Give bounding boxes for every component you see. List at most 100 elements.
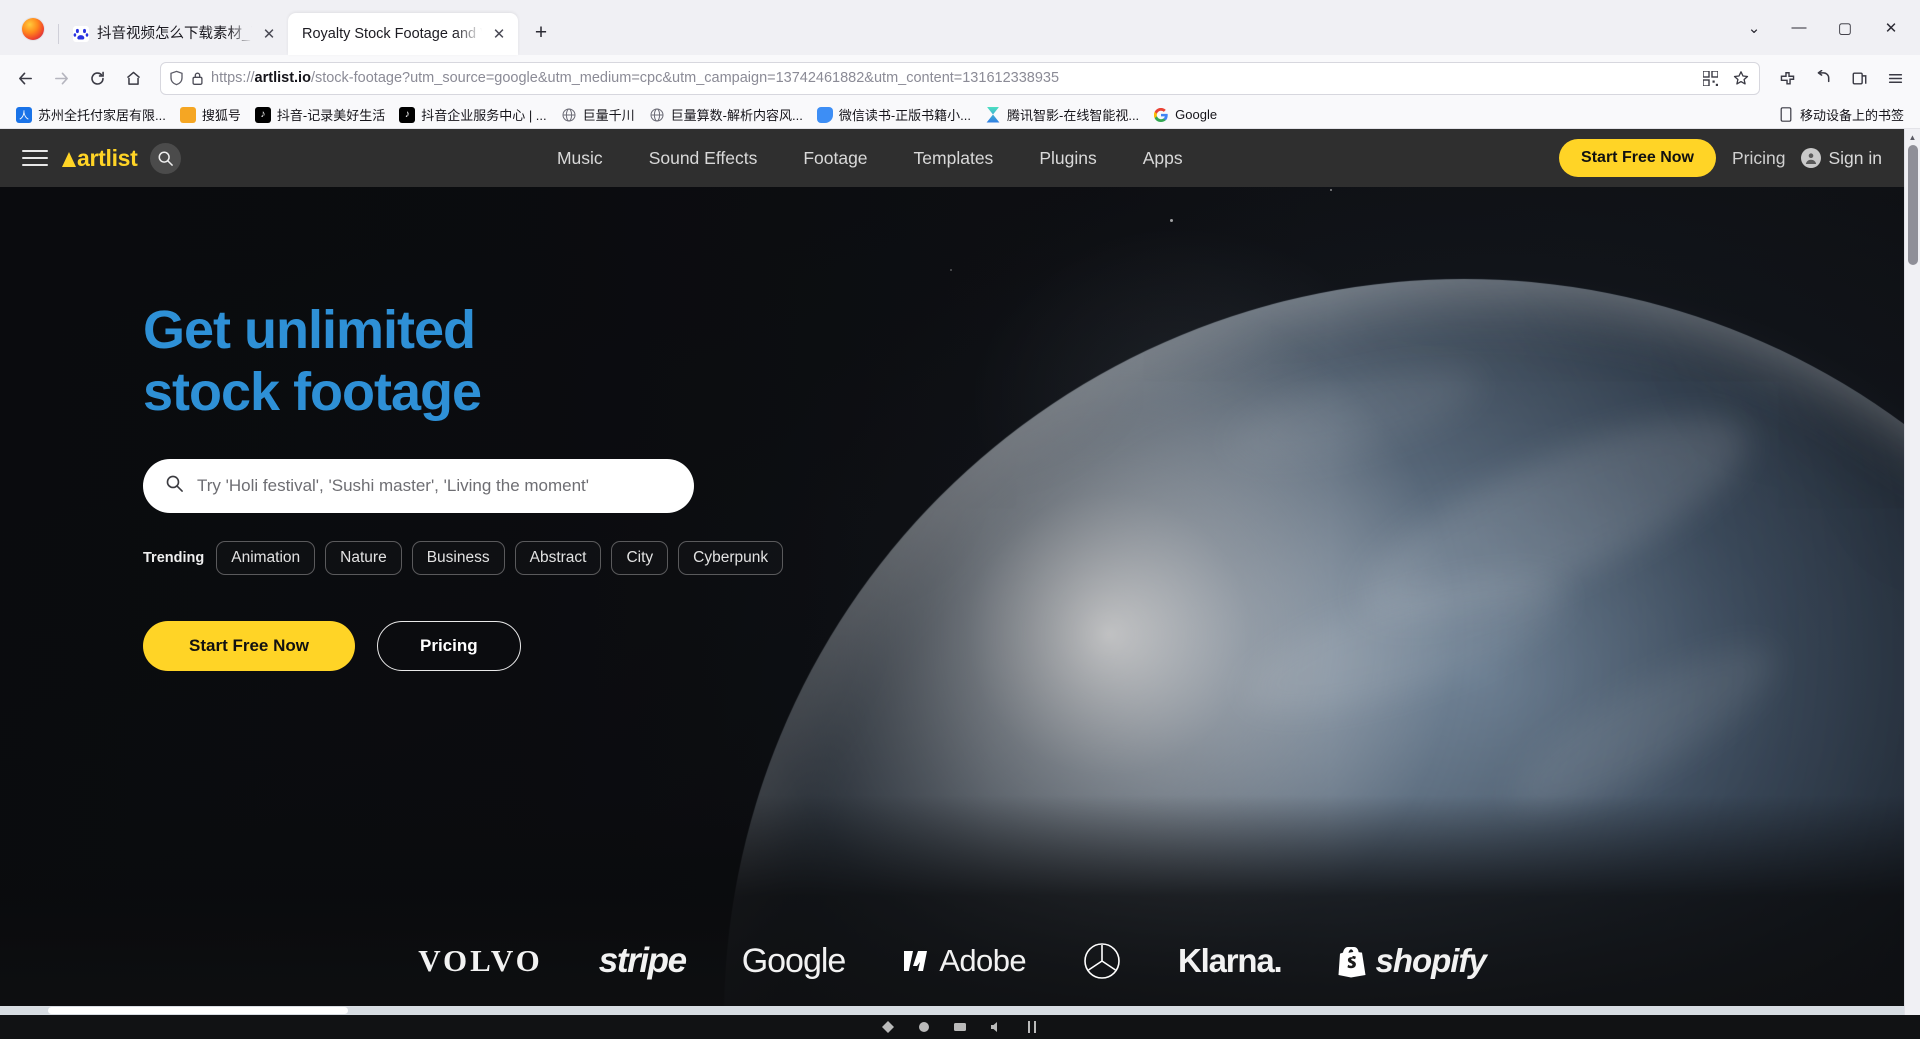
- browser-tab-2[interactable]: Royalty Stock Footage and Video ✕: [288, 13, 518, 55]
- trending-chip-abstract[interactable]: Abstract: [514, 541, 602, 575]
- artlist-page: artlist Music Sound Effects Footage Temp…: [0, 129, 1920, 1015]
- taskbar-icon[interactable]: [1025, 1020, 1039, 1034]
- nav-item-sound-effects[interactable]: Sound Effects: [649, 148, 758, 169]
- header-search-icon[interactable]: [149, 142, 181, 174]
- bookmark-item[interactable]: ♪ 抖音-记录美好生活: [249, 102, 391, 127]
- bookmark-label: 搜狐号: [201, 108, 241, 123]
- taskbar-icon[interactable]: [881, 1020, 895, 1034]
- tab-strip: 抖音视频怎么下载素材_百度搜索 ✕ Royalty Stock Footage …: [0, 0, 1920, 55]
- maximize-button[interactable]: ▢: [1822, 5, 1868, 51]
- trending-row: Trending Animation Nature Business Abstr…: [143, 541, 784, 575]
- google-icon: [1153, 107, 1169, 123]
- artlist-logo[interactable]: artlist: [62, 145, 138, 172]
- browser-tab-1[interactable]: 抖音视频怎么下载素材_百度搜索 ✕: [58, 13, 288, 55]
- taskbar-icon[interactable]: [917, 1020, 931, 1034]
- trending-chip-animation[interactable]: Animation: [216, 541, 316, 575]
- close-icon[interactable]: ✕: [490, 25, 508, 43]
- trending-chip-nature[interactable]: Nature: [325, 541, 402, 575]
- baidu-icon: [72, 26, 89, 43]
- page-viewport: artlist Music Sound Effects Footage Temp…: [0, 129, 1920, 1015]
- nav-item-music[interactable]: Music: [557, 148, 603, 169]
- site-header: artlist Music Sound Effects Footage Temp…: [0, 129, 1904, 187]
- app-menu-icon[interactable]: [1878, 61, 1912, 95]
- sign-in-button[interactable]: Sign in: [1801, 148, 1882, 169]
- header-start-free-button[interactable]: Start Free Now: [1559, 139, 1716, 177]
- bookmark-label: Google: [1175, 107, 1218, 122]
- globe-icon: [561, 107, 577, 123]
- bookmark-label: 苏州全托付家居有限...: [38, 108, 166, 123]
- bookmark-label: 巨量算数-解析内容风...: [670, 108, 803, 123]
- horizontal-scrollbar[interactable]: [0, 1006, 1904, 1015]
- bookmark-item[interactable]: 巨量算数-解析内容风...: [643, 102, 809, 127]
- extensions-icon[interactable]: [1770, 61, 1804, 95]
- account-icon[interactable]: [1842, 61, 1876, 95]
- blue-person-icon: 人: [16, 106, 32, 123]
- list-all-tabs-icon[interactable]: ⌄: [1732, 5, 1776, 51]
- mercedes-logo: [1082, 941, 1122, 981]
- nav-item-apps[interactable]: Apps: [1143, 148, 1183, 169]
- page-title: Get unlimited stock footage: [143, 299, 783, 423]
- bookmark-item[interactable]: 人 苏州全托付家居有限...: [10, 102, 172, 127]
- logo-triangle-icon: [62, 151, 76, 167]
- minimize-button[interactable]: —: [1776, 5, 1822, 51]
- address-bar[interactable]: https://artlist.io/stock-footage?utm_sou…: [160, 61, 1760, 95]
- start-free-now-button[interactable]: Start Free Now: [143, 621, 355, 671]
- bookmark-item[interactable]: 腾讯智影-在线智能视...: [979, 102, 1145, 127]
- firefox-logo-icon: [16, 12, 50, 46]
- adobe-logo-text: Adobe: [939, 943, 1026, 978]
- bookmark-star-icon[interactable]: [1729, 66, 1753, 90]
- nav-item-templates[interactable]: Templates: [914, 148, 994, 169]
- user-avatar-icon: [1801, 148, 1822, 168]
- bookmark-item[interactable]: 巨量千川: [555, 102, 641, 127]
- trending-chip-business[interactable]: Business: [411, 541, 505, 575]
- downloads-icon[interactable]: [1806, 61, 1840, 95]
- wechat-read-icon: [816, 106, 833, 123]
- horizontal-scrollbar-thumb[interactable]: [48, 1007, 348, 1014]
- back-icon[interactable]: [8, 61, 42, 95]
- qr-code-icon[interactable]: [1698, 66, 1722, 90]
- bookmark-item[interactable]: 搜狐号: [174, 102, 247, 127]
- sign-in-label: Sign in: [1828, 147, 1882, 168]
- shield-icon[interactable]: [169, 70, 184, 86]
- header-actions: Start Free Now Pricing Sign in: [1559, 139, 1882, 177]
- klarna-logo: Klarna.: [1177, 942, 1283, 979]
- close-icon[interactable]: ✕: [260, 25, 278, 43]
- scrollbar-thumb[interactable]: [1908, 145, 1918, 265]
- sohu-icon: [179, 106, 196, 123]
- forward-icon[interactable]: [44, 61, 78, 95]
- mobile-bookmarks-item[interactable]: 移动设备上的书签: [1772, 102, 1910, 127]
- google-logo: Google: [741, 941, 847, 980]
- main-navigation: Music Sound Effects Footage Templates Pl…: [557, 148, 1183, 169]
- bookmark-item[interactable]: ♪ 抖音企业服务中心 | ...: [393, 102, 552, 127]
- new-tab-button[interactable]: +: [524, 16, 558, 50]
- pricing-button[interactable]: Pricing: [376, 621, 521, 671]
- window-controls: ⌄ — ▢ ✕: [1732, 0, 1914, 55]
- os-taskbar: [0, 1015, 1920, 1039]
- hero-heading-line1: Get unlimited: [143, 300, 476, 360]
- reload-icon[interactable]: [80, 61, 114, 95]
- bookmarks-bar: 人 苏州全托付家居有限... 搜狐号 ♪ 抖音-记录美好生活 ♪ 抖音企业服务中…: [0, 101, 1920, 129]
- trending-chip-city[interactable]: City: [611, 541, 669, 575]
- nav-item-footage[interactable]: Footage: [803, 148, 867, 169]
- trending-chip-cyberpunk[interactable]: Cyberpunk: [678, 541, 784, 575]
- scroll-up-arrow-icon[interactable]: ▲: [1905, 129, 1920, 145]
- vertical-scrollbar[interactable]: ▲: [1904, 129, 1920, 1015]
- hero-bottom-fade: [0, 795, 1904, 1015]
- hero-cta-row: Start Free Now Pricing: [143, 621, 783, 671]
- nav-item-plugins[interactable]: Plugins: [1039, 148, 1096, 169]
- globe-icon: [649, 107, 665, 123]
- bookmark-label: 腾讯智影-在线智能视...: [1007, 108, 1140, 123]
- bookmark-item[interactable]: 微信读书-正版书籍小...: [811, 102, 977, 127]
- bookmark-label: 抖音-记录美好生活: [276, 108, 386, 123]
- home-icon[interactable]: [116, 61, 150, 95]
- hamburger-icon[interactable]: [22, 145, 48, 171]
- bookmark-item[interactable]: Google: [1147, 104, 1223, 126]
- taskbar-icon[interactable]: [953, 1020, 967, 1034]
- brand-logo-strip: VOLVO stripe Google Adobe Klarna. shopif…: [0, 941, 1904, 981]
- close-window-button[interactable]: ✕: [1868, 5, 1914, 51]
- speaker-icon[interactable]: [989, 1020, 1003, 1034]
- hero-search-box[interactable]: Try 'Holi festival', 'Sushi master', 'Li…: [143, 459, 694, 513]
- bookmark-label: 抖音企业服务中心 | ...: [421, 108, 547, 123]
- header-pricing-link[interactable]: Pricing: [1732, 148, 1786, 169]
- bookmark-label: 巨量千川: [582, 108, 635, 123]
